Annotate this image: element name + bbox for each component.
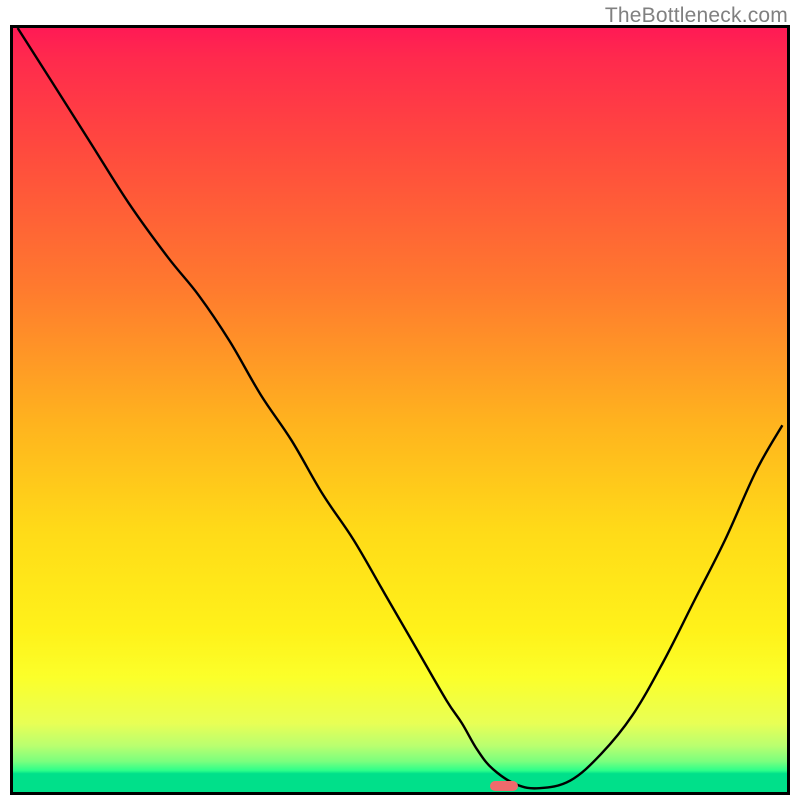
chart-container: TheBottleneck.com: [0, 0, 800, 800]
optimal-marker: [490, 781, 518, 792]
plot-frame: [10, 25, 790, 795]
heat-gradient-background: [13, 28, 787, 792]
